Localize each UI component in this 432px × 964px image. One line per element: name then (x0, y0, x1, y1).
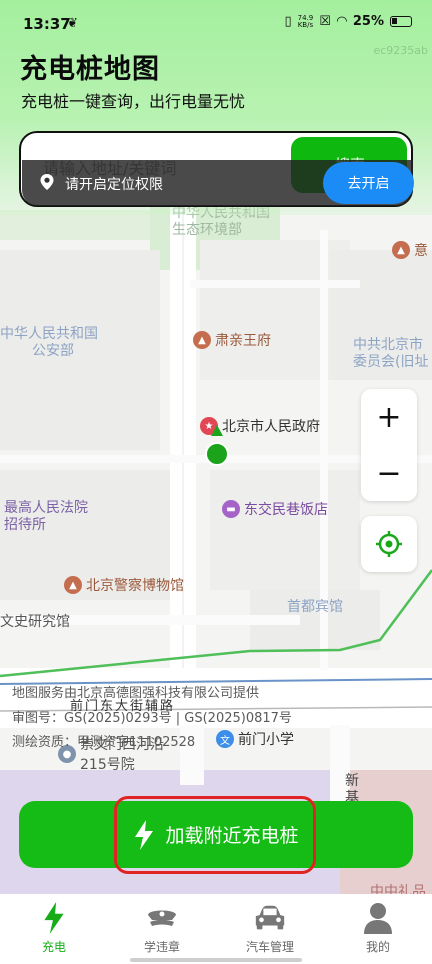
map-poi[interactable]: 文前门小学 (216, 729, 294, 749)
school-icon: 文 (216, 730, 234, 748)
net-speed: 74.9 KB/s (297, 13, 314, 29)
bottom-tab-bar: 充电 学违章 汽车管理 我的 (0, 894, 432, 964)
status-bar: 13:37 ❦ ▯ 74.9 KB/s ☒ ◠ 25% (0, 0, 432, 44)
tab-label: 学违章 (143, 940, 180, 954)
tab-violations[interactable]: 学违章 (108, 894, 216, 964)
wifi-icon: ◠ (336, 14, 347, 29)
map-poi[interactable]: ▬ 东交民巷饭店 (222, 499, 328, 519)
enable-location-button[interactable]: 去开启 (323, 162, 414, 204)
app-id-tag: ec9235ab (373, 44, 428, 57)
landmark-icon: ▲ (392, 241, 410, 259)
landmark-icon: ▲ (193, 331, 211, 349)
area-label: 中华人民共和国 公安部 (0, 326, 98, 359)
header: 13:37 ❦ ▯ 74.9 KB/s ☒ ◠ 25% ec9235ab 充电桩地… (0, 0, 432, 215)
location-permission-text: 请开启定位权限 (65, 177, 163, 193)
current-location-marker (205, 442, 229, 466)
map-credit: 测绘资质：甲测资字11102528 (12, 735, 196, 750)
status-time: 13:37 (23, 15, 71, 33)
map-credit: 地图服务由北京高德图强科技有限公司提供 (12, 686, 260, 701)
status-icons: ▯ 74.9 KB/s ☒ ◠ 25% (284, 14, 412, 29)
zoom-out-button[interactable]: − (361, 445, 417, 501)
map-credit: 审图号：GS(2025)0293号 | GS(2025)0817号 (12, 711, 292, 726)
map-poi[interactable]: ▲ 北京警察博物馆 (64, 575, 184, 595)
tab-charging[interactable]: 充电 (0, 894, 108, 964)
tab-label: 汽车管理 (245, 940, 294, 954)
map-poi[interactable]: ▲ 意 (392, 240, 428, 260)
tab-profile[interactable]: 我的 (324, 894, 432, 964)
locate-me-button[interactable] (361, 516, 417, 572)
battery-level: 25% (352, 14, 384, 29)
lightning-icon (37, 902, 71, 934)
highlight-box (114, 796, 316, 874)
crosshair-icon (376, 531, 402, 557)
area-label: 中共北京市 委员会(旧址 (353, 337, 429, 370)
home-indicator (130, 958, 302, 962)
police-cap-icon (145, 902, 179, 934)
area-label: 最高人民法院 招待所 (4, 500, 88, 533)
heading-arrow-icon (211, 425, 223, 436)
area-label: 文史研究馆 (0, 614, 70, 630)
location-permission-bar: 请开启定位权限 去开启 (22, 160, 414, 206)
zoom-control: + − (361, 389, 417, 501)
tab-label: 我的 (365, 940, 390, 954)
leaf-icon: ❦ (67, 16, 78, 31)
car-icon (253, 902, 287, 934)
hotel-icon: ▬ (222, 500, 240, 518)
vibrate-icon: ▯ (284, 14, 292, 29)
page-title: 充电桩地图 (20, 54, 160, 85)
zoom-in-button[interactable]: + (361, 389, 417, 445)
person-icon (361, 902, 395, 934)
museum-icon: ▲ (64, 576, 82, 594)
map-poi[interactable]: ▲ 肃亲王府 (193, 330, 271, 350)
sim-off-icon: ☒ (319, 14, 331, 29)
tab-label: 充电 (41, 940, 66, 954)
location-pin-icon (40, 174, 54, 190)
tab-car-management[interactable]: 汽车管理 (216, 894, 324, 964)
area-label: 首都宾馆 (287, 599, 343, 615)
page-subtitle: 充电桩一键查询，出行电量无忧 (21, 92, 246, 111)
battery-icon (390, 16, 412, 27)
